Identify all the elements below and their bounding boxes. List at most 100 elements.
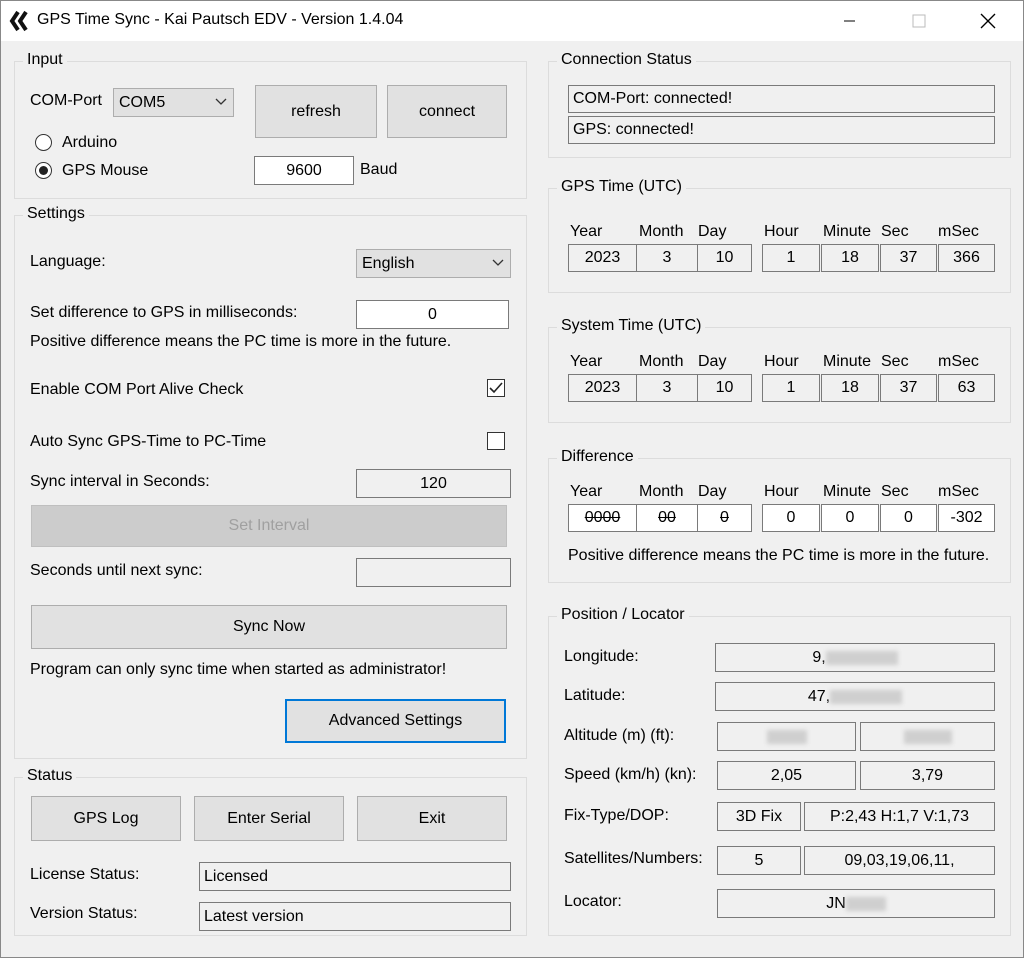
seconds-next-field — [356, 558, 511, 587]
gps-hour-header: Hour — [764, 223, 799, 240]
alive-check-label: Enable COM Port Alive Check — [30, 381, 244, 398]
sync-interval-label: Sync interval in Seconds: — [30, 473, 210, 490]
language-select[interactable]: English — [356, 249, 511, 278]
latitude-value: 47, — [807, 687, 831, 705]
gps-log-button[interactable]: GPS Log — [31, 796, 181, 841]
auto-sync-label: Auto Sync GPS-Time to PC-Time — [30, 433, 267, 450]
gps-minute-field: 18 — [821, 244, 879, 272]
gps-sec-field: 37 — [880, 244, 937, 272]
gps-msec-field: 366 — [938, 244, 995, 272]
version-status-label: Version Status: — [30, 905, 138, 922]
maximize-button[interactable] — [896, 1, 942, 41]
auto-sync-checkbox[interactable] — [487, 432, 505, 450]
gps-mouse-radio-label: GPS Mouse — [62, 162, 149, 179]
sync-now-button[interactable]: Sync Now — [31, 605, 507, 649]
baud-label: Baud — [360, 161, 398, 178]
gps-year-field: 2023 — [568, 244, 637, 272]
license-status-field: Licensed — [199, 862, 511, 891]
baud-input[interactable]: 9600 — [254, 156, 354, 185]
gps-mouse-radio[interactable] — [35, 162, 52, 179]
sys-hour-field: 1 — [762, 374, 820, 402]
diff-year-header: Year — [570, 483, 603, 500]
language-label: Language: — [30, 253, 106, 270]
longitude-field: 9, — [715, 643, 995, 672]
fix-type-label: Fix-Type/DOP: — [564, 807, 669, 824]
maximize-icon — [912, 14, 926, 28]
diff-month-field: 00 — [636, 504, 698, 532]
language-value: English — [362, 254, 415, 272]
diff-msec-header: mSec — [938, 483, 979, 500]
close-button[interactable] — [965, 1, 1011, 41]
locator-label: Locator: — [564, 893, 622, 910]
dop-field: P:2,43 H:1,7 V:1,73 — [804, 802, 995, 831]
longitude-label: Longitude: — [564, 648, 639, 665]
fix-type-field: 3D Fix — [717, 802, 801, 831]
com-port-status-field: COM-Port: connected! — [568, 85, 995, 113]
refresh-button[interactable]: refresh — [255, 85, 377, 138]
close-icon — [980, 13, 996, 29]
sys-year-header: Year — [570, 353, 603, 370]
diff-msec-field: -302 — [938, 504, 995, 532]
sync-interval-input[interactable]: 120 — [356, 469, 511, 498]
enter-serial-button[interactable]: Enter Serial — [194, 796, 344, 841]
arduino-radio[interactable] — [35, 134, 52, 151]
connection-group-title: Connection Status — [557, 51, 696, 69]
altitude-label: Altitude (m) (ft): — [564, 727, 675, 744]
minimize-button[interactable] — [827, 1, 873, 41]
checkmark-icon — [489, 382, 503, 394]
difference-input[interactable]: 0 — [356, 300, 509, 329]
redacted-mark — [830, 689, 903, 704]
settings-group-title: Settings — [23, 205, 89, 223]
sys-hour-header: Hour — [764, 353, 799, 370]
redacted-mark — [903, 729, 952, 744]
system-time-group-title: System Time (UTC) — [557, 317, 706, 335]
title-bar: GPS Time Sync - Kai Pautsch EDV - Versio… — [1, 1, 1023, 41]
gps-month-field: 3 — [636, 244, 698, 272]
gps-day-field: 10 — [697, 244, 752, 272]
gps-time-group-title: GPS Time (UTC) — [557, 178, 686, 196]
diff-hour-field: 0 — [762, 504, 820, 532]
sys-month-header: Month — [639, 353, 684, 370]
com-port-select[interactable]: COM5 — [113, 88, 234, 117]
redacted-mark — [766, 729, 807, 744]
chevron-down-icon — [215, 98, 227, 105]
exit-button[interactable]: Exit — [357, 796, 507, 841]
input-group-title: Input — [23, 51, 67, 69]
gps-month-header: Month — [639, 223, 684, 240]
chevron-down-icon — [492, 259, 504, 266]
sys-msec-header: mSec — [938, 353, 979, 370]
sys-sec-field: 37 — [880, 374, 937, 402]
advanced-settings-button[interactable]: Advanced Settings — [285, 699, 506, 743]
sys-year-field: 2023 — [568, 374, 637, 402]
diff-month-header: Month — [639, 483, 684, 500]
longitude-value: 9, — [812, 648, 826, 666]
sys-day-header: Day — [698, 353, 727, 370]
window-title: GPS Time Sync - Kai Pautsch EDV - Versio… — [37, 11, 404, 28]
gps-msec-header: mSec — [938, 223, 979, 240]
connect-button[interactable]: connect — [387, 85, 507, 138]
sys-minute-header: Minute — [823, 353, 872, 370]
speed-label: Speed (km/h) (kn): — [564, 766, 697, 783]
set-interval-button[interactable]: Set Interval — [31, 505, 507, 547]
speed-kmh-field: 2,05 — [717, 761, 856, 790]
com-port-label: COM-Port — [30, 92, 102, 109]
difference-note: Positive difference means the PC time is… — [30, 333, 452, 350]
redacted-mark — [845, 896, 886, 911]
diff-minute-field: 0 — [821, 504, 879, 532]
license-status-label: License Status: — [30, 866, 140, 883]
sys-msec-field: 63 — [938, 374, 995, 402]
satellites-label: Satellites/Numbers: — [564, 850, 703, 867]
difference-group-title: Difference — [557, 448, 638, 466]
difference-note: Positive difference means the PC time is… — [568, 547, 990, 564]
com-port-value: COM5 — [119, 93, 166, 111]
gps-minute-header: Minute — [823, 223, 872, 240]
alive-check-checkbox[interactable] — [487, 379, 505, 397]
gps-year-header: Year — [570, 223, 603, 240]
satellite-count-field: 5 — [717, 846, 801, 875]
sys-month-field: 3 — [636, 374, 698, 402]
diff-sec-header: Sec — [881, 483, 909, 500]
sys-sec-header: Sec — [881, 353, 909, 370]
diff-day-field: 0 — [697, 504, 752, 532]
redacted-mark — [825, 650, 898, 665]
altitude-m-field — [717, 722, 856, 751]
